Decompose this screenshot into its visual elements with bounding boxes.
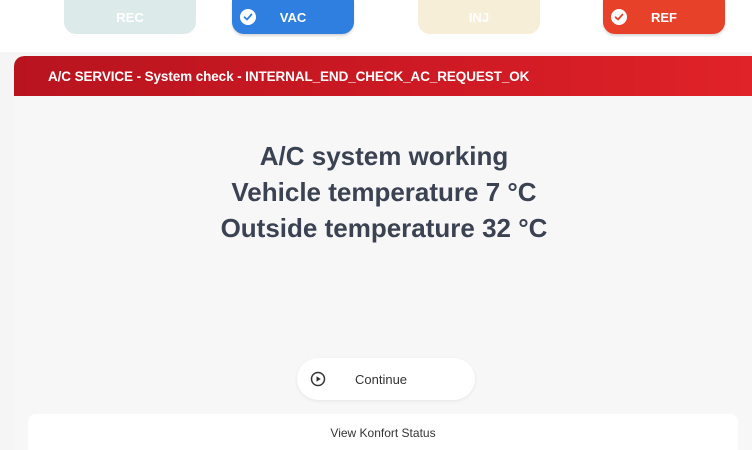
view-konfort-status-button[interactable]: View Konfort Status bbox=[28, 414, 738, 450]
continue-button[interactable]: Continue bbox=[297, 358, 475, 400]
status-message: A/C system working Vehicle temperature 7… bbox=[14, 138, 752, 246]
view-konfort-status-label: View Konfort Status bbox=[330, 426, 436, 440]
step-tab-vac[interactable]: VAC bbox=[232, 0, 354, 34]
step-tab-label: INJ bbox=[468, 9, 490, 25]
status-line-outside-temp: Outside temperature 32 °C bbox=[220, 213, 548, 243]
step-tabs-bar: REC VAC INJ REF bbox=[0, 0, 752, 52]
service-card: A/C SERVICE - System check - INTERNAL_EN… bbox=[14, 56, 752, 450]
check-icon bbox=[240, 9, 256, 25]
step-tab-ref[interactable]: REF bbox=[603, 0, 725, 34]
continue-button-label: Continue bbox=[355, 371, 408, 387]
page-title: A/C SERVICE - System check - INTERNAL_EN… bbox=[14, 56, 752, 96]
step-tab-label: REF bbox=[651, 9, 677, 25]
step-tab-label: REC bbox=[116, 9, 144, 25]
status-line-system: A/C system working bbox=[259, 141, 509, 171]
step-tab-inj[interactable]: INJ bbox=[418, 0, 540, 34]
step-tab-label: VAC bbox=[279, 9, 307, 25]
step-tab-rec[interactable]: REC bbox=[64, 0, 196, 34]
check-icon bbox=[611, 9, 627, 25]
status-line-vehicle-temp: Vehicle temperature 7 °C bbox=[231, 177, 537, 207]
play-circle-icon bbox=[307, 368, 329, 390]
